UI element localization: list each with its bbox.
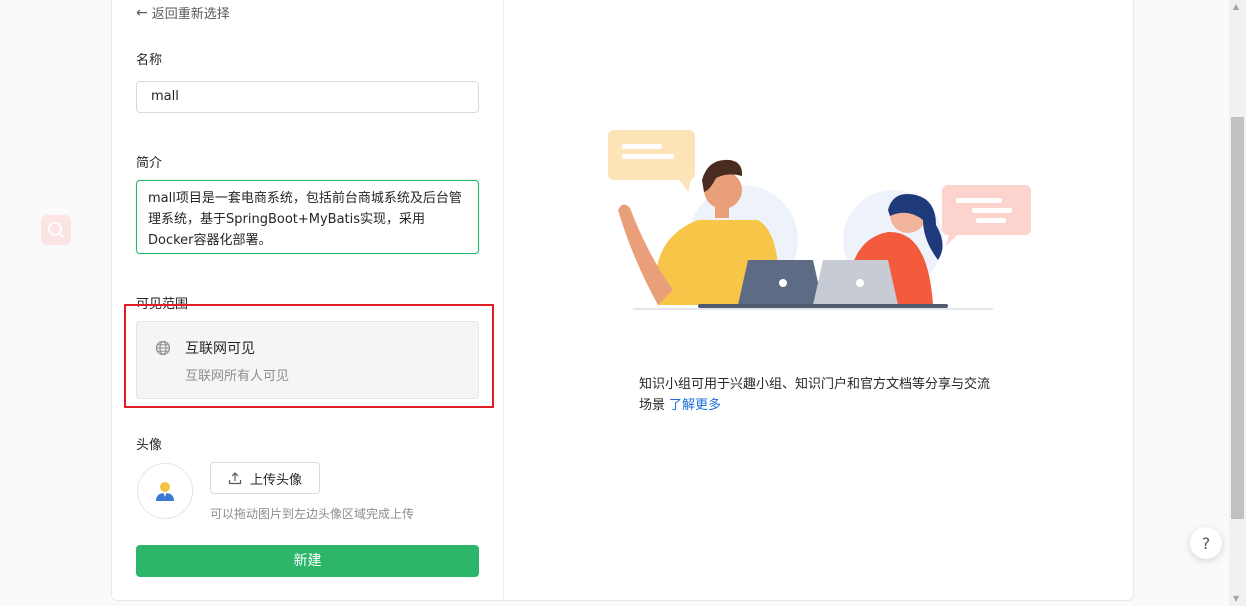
name-label: 名称 [136,53,163,68]
avatar-label: 头像 [136,438,163,453]
search-icon [48,222,64,238]
back-link-label: 返回重新选择 [151,7,230,22]
name-input[interactable]: mall [136,81,479,113]
avatar-dropzone[interactable] [137,463,193,519]
scroll-down-arrow-icon[interactable]: ▼ [1233,594,1239,603]
panel-divider [503,0,504,601]
create-button[interactable]: 新建 [136,545,479,577]
group-info-text: 知识小组可用于兴趣小组、知识门户和官方文档等分享与交流场景 了解更多 [639,374,999,416]
intro-label: 简介 [136,156,163,171]
help-icon: ? [1201,533,1211,553]
back-link[interactable]: ← 返回重新选择 [136,3,230,23]
intro-textarea[interactable]: mall项目是一套电商系统，包括前台商城系统及后台管理系统，基于SpringBo… [136,180,479,254]
user-avatar-icon [156,482,174,501]
red-highlight-box [124,304,494,408]
upload-hint: 可以拖动图片到左边头像区域完成上传 [210,507,415,521]
upload-avatar-label: 上传头像 [249,472,302,488]
learn-more-link[interactable]: 了解更多 [669,398,721,413]
scrollbar-thumb[interactable] [1231,117,1244,519]
collaboration-illustration [608,130,1031,310]
arrow-left-icon: ← [136,4,148,21]
help-button[interactable]: ? [1190,527,1222,559]
upload-avatar-button[interactable]: 上传头像 [210,462,320,494]
floating-search-button[interactable] [41,215,71,245]
scroll-up-arrow-icon[interactable]: ▲ [1233,2,1239,11]
upload-icon [228,472,242,485]
